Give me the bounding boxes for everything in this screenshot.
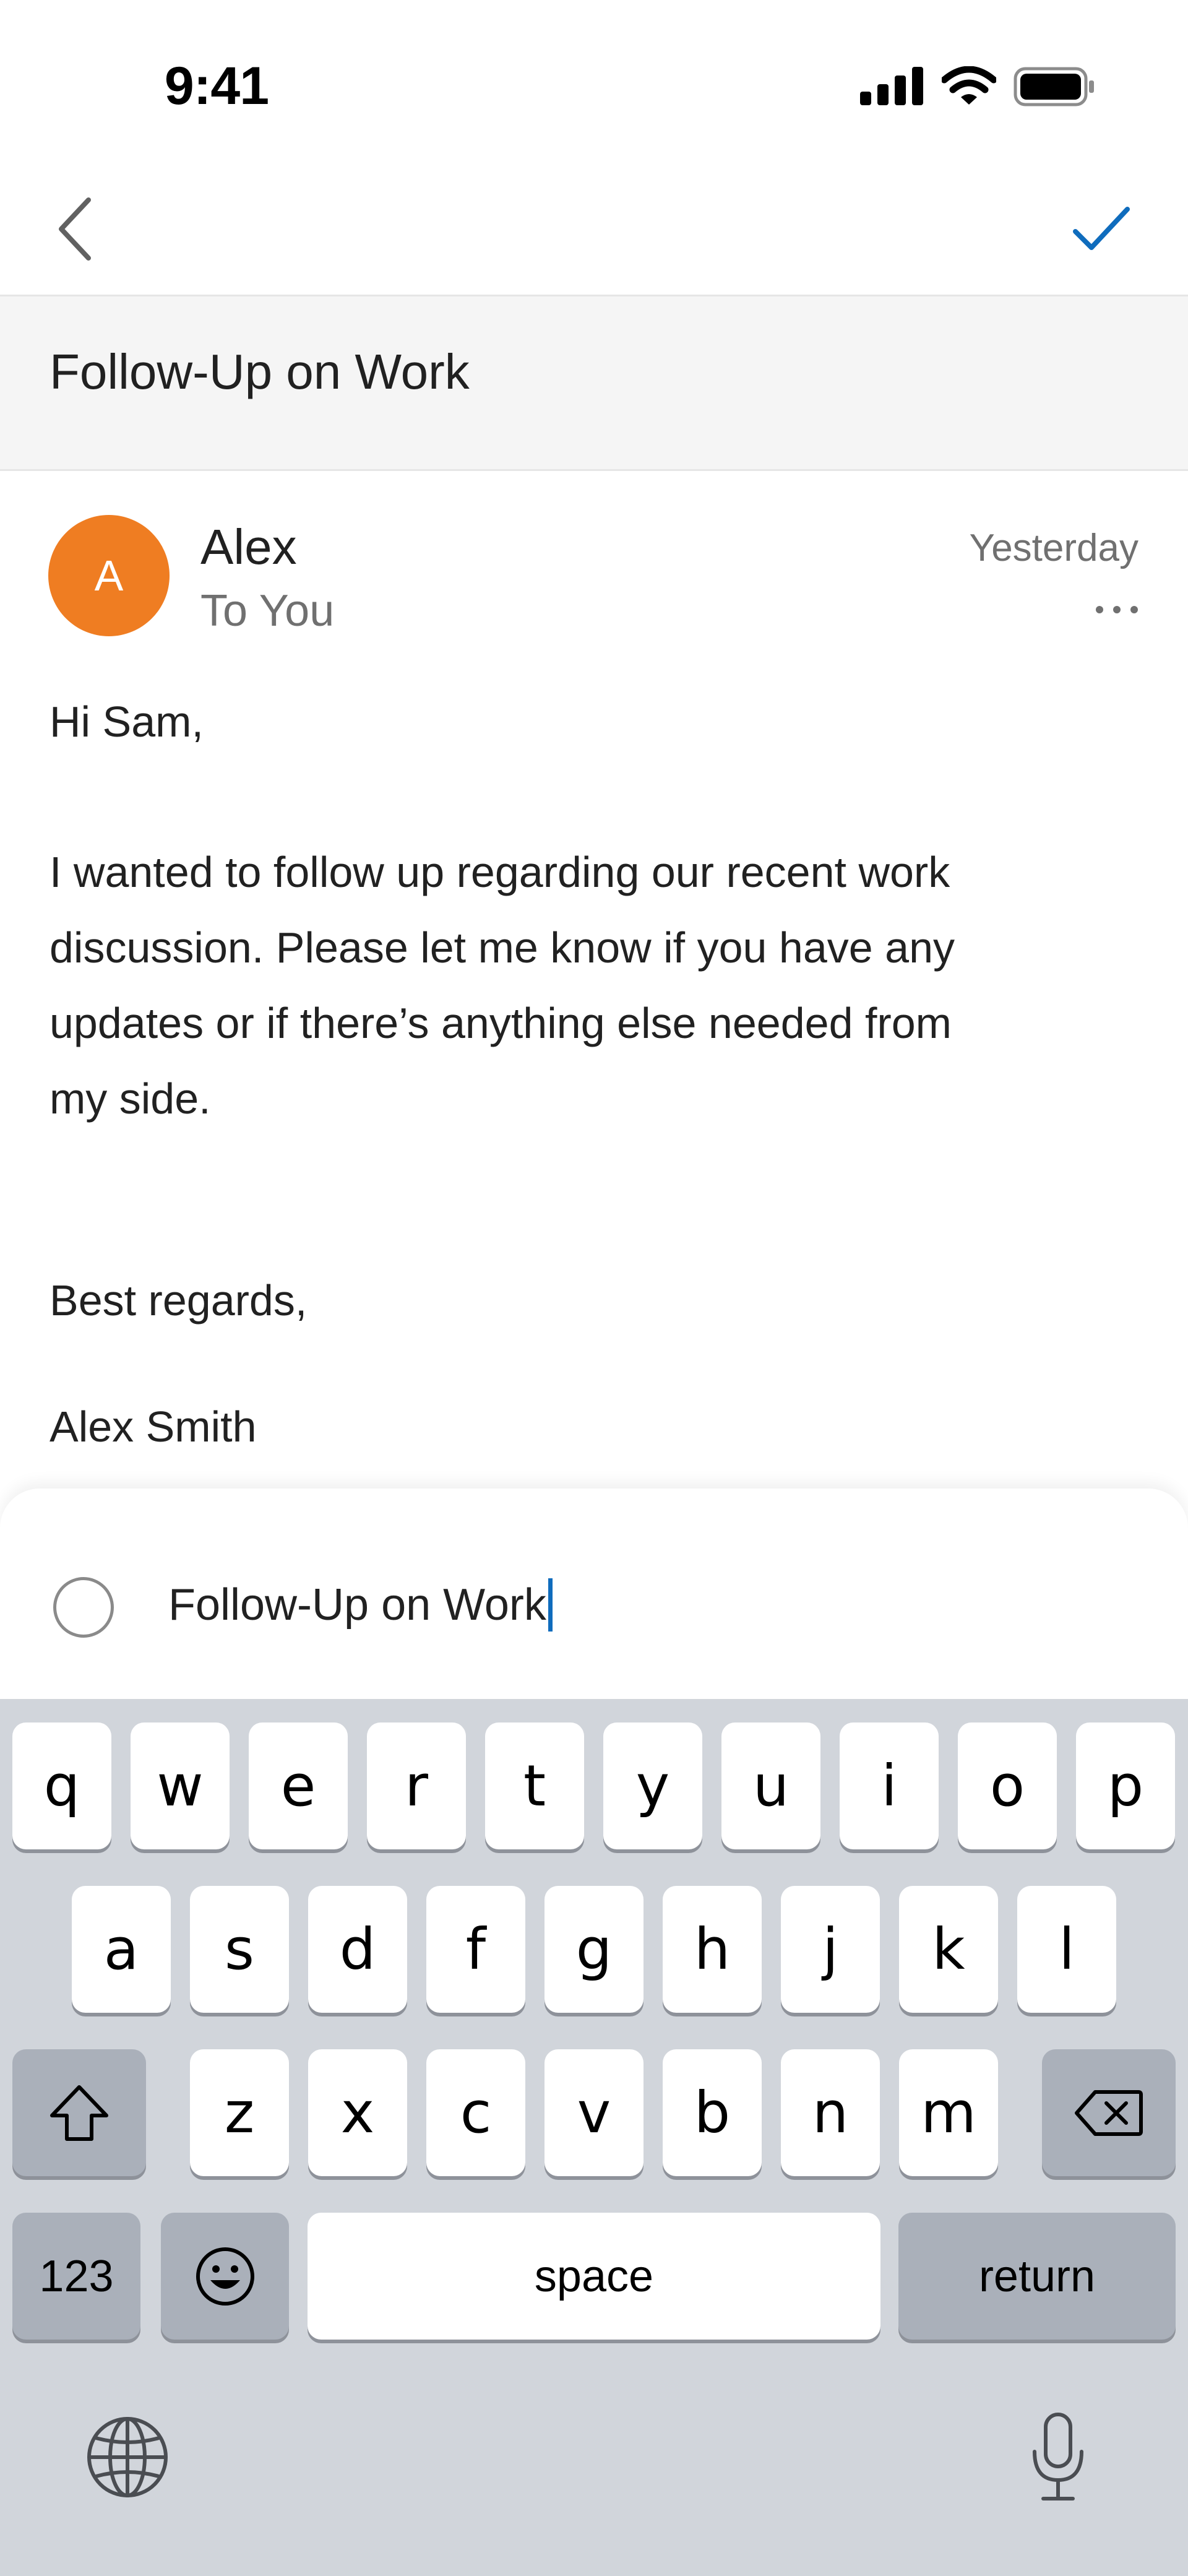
- status-icons: [860, 65, 1095, 108]
- return-key[interactable]: return: [898, 2213, 1176, 2340]
- more-horizontal-icon: [1096, 606, 1138, 613]
- body-line: I wanted to follow up regarding our rece…: [50, 848, 950, 896]
- task-title-input[interactable]: Follow-Up on Work: [168, 1578, 553, 1632]
- checkmark-icon: [1073, 207, 1130, 250]
- backspace-icon: [1075, 2090, 1143, 2136]
- key-d[interactable]: d: [308, 1886, 407, 2013]
- text-caret: [548, 1578, 553, 1632]
- key-t[interactable]: t: [485, 1722, 584, 1849]
- avatar[interactable]: A: [48, 515, 170, 636]
- sender-name[interactable]: Alex: [200, 519, 297, 576]
- avatar-initial: A: [94, 551, 124, 600]
- key-g[interactable]: g: [544, 1886, 644, 2013]
- key-e[interactable]: e: [249, 1722, 348, 1849]
- globe-icon: [87, 2417, 168, 2497]
- body-line: updates or if there’s anything else need…: [50, 999, 952, 1047]
- delete-key[interactable]: [1042, 2049, 1176, 2176]
- body-line: discussion. Please let me know if you ha…: [50, 923, 955, 972]
- back-button[interactable]: [43, 186, 105, 272]
- chevron-left-icon: [59, 197, 91, 261]
- email-subject: Follow-Up on Work: [50, 344, 470, 399]
- microphone-icon: [1033, 2413, 1083, 2500]
- space-key[interactable]: space: [308, 2213, 880, 2340]
- key-m[interactable]: m: [899, 2049, 998, 2176]
- key-i[interactable]: i: [840, 1722, 939, 1849]
- key-r[interactable]: r: [367, 1722, 466, 1849]
- key-x[interactable]: x: [308, 2049, 407, 2176]
- key-b[interactable]: b: [663, 2049, 762, 2176]
- key-w[interactable]: w: [131, 1722, 230, 1849]
- numbers-key[interactable]: 123: [12, 2213, 140, 2340]
- body-line: my side.: [50, 1074, 211, 1123]
- key-p[interactable]: p: [1076, 1722, 1175, 1849]
- dictation-button[interactable]: [1015, 2405, 1101, 2510]
- task-complete-radio[interactable]: [53, 1577, 114, 1638]
- more-options-button[interactable]: [1083, 591, 1138, 628]
- key-z[interactable]: z: [190, 2049, 289, 2176]
- key-l[interactable]: l: [1017, 1886, 1116, 2013]
- status-time: 9:41: [164, 56, 269, 116]
- key-c[interactable]: c: [426, 2049, 525, 2176]
- confirm-button[interactable]: [1058, 192, 1145, 266]
- battery-icon: [1014, 67, 1094, 106]
- key-q[interactable]: q: [12, 1722, 111, 1849]
- key-y[interactable]: y: [603, 1722, 702, 1849]
- key-v[interactable]: v: [544, 2049, 644, 2176]
- globe-button[interactable]: [84, 2414, 171, 2500]
- wifi-icon: [942, 66, 996, 105]
- emoji-key[interactable]: [161, 2213, 289, 2340]
- shift-icon: [50, 2085, 108, 2141]
- cellular-signal-icon: [860, 67, 923, 105]
- keyboard: q w e r t y u i o p a s d f g h j k l z …: [0, 1699, 1188, 2576]
- recipient-label: To You: [200, 586, 335, 636]
- key-s[interactable]: s: [190, 1886, 289, 2013]
- emoji-icon: [196, 2247, 254, 2306]
- task-title-value: Follow-Up on Work: [168, 1580, 546, 1630]
- key-h[interactable]: h: [663, 1886, 762, 2013]
- body-closing: Best regards,: [50, 1276, 308, 1325]
- key-k[interactable]: k: [899, 1886, 998, 2013]
- body-greeting: Hi Sam,: [50, 698, 204, 746]
- body-signature: Alex Smith: [50, 1403, 257, 1451]
- key-a[interactable]: a: [72, 1886, 171, 2013]
- key-n[interactable]: n: [781, 2049, 880, 2176]
- key-j[interactable]: j: [781, 1886, 880, 2013]
- message-time: Yesterday: [969, 527, 1138, 569]
- key-o[interactable]: o: [958, 1722, 1057, 1849]
- key-u[interactable]: u: [721, 1722, 820, 1849]
- key-f[interactable]: f: [426, 1886, 525, 2013]
- shift-key[interactable]: [12, 2049, 146, 2176]
